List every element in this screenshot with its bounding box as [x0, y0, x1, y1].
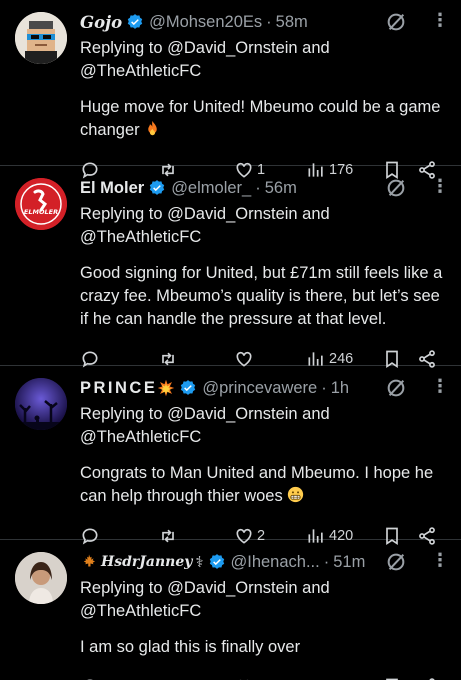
replying-to[interactable]: Replying to @David_Ornstein and @TheAthl…	[80, 37, 447, 83]
timestamp[interactable]: 58m	[276, 13, 308, 32]
replying-to[interactable]: Replying to @David_Ornstein and @TheAthl…	[80, 577, 447, 623]
reply-feed: Gojo @Mohsen20Es · 58m ⋮ Replying to @Da…	[0, 0, 461, 680]
separator-dot: ·	[266, 12, 272, 31]
grok-icon[interactable]	[385, 11, 407, 33]
tweet-text: Congrats to Man United and Mbeumo. I hop…	[80, 462, 447, 508]
more-options-icon[interactable]: ⋮	[431, 177, 449, 199]
handle[interactable]: @elmoler_	[171, 179, 251, 198]
avatar[interactable]: ELMOLER	[15, 178, 67, 230]
grok-icon[interactable]	[385, 551, 407, 573]
reply-tweet[interactable]: Gojo @Mohsen20Es · 58m ⋮ Replying to @Da…	[0, 0, 461, 180]
tweet-text: Good signing for United, but £71m still …	[80, 264, 443, 328]
grimacing-face-emoji-icon	[288, 486, 304, 503]
verified-badge-icon	[181, 380, 196, 395]
separator-dot: ·	[323, 552, 330, 571]
avatar[interactable]	[15, 378, 67, 430]
fire-emoji-icon	[148, 120, 157, 136]
handle[interactable]: @Ihenach...	[231, 553, 320, 572]
svg-text:ELMOLER: ELMOLER	[24, 208, 58, 216]
grok-icon[interactable]	[385, 377, 407, 399]
more-options-icon[interactable]: ⋮	[431, 377, 449, 399]
separator-dot: ·	[255, 178, 261, 197]
tweet-text: Huge move for United! Mbeumo could be a …	[80, 96, 447, 142]
verified-badge-icon	[209, 554, 224, 569]
replying-to[interactable]: Replying to @David_Ornstein and @TheAthl…	[80, 403, 447, 449]
timestamp[interactable]: 1h	[331, 379, 349, 398]
more-options-icon[interactable]: ⋮	[431, 551, 449, 573]
timestamp[interactable]: 51m	[333, 553, 365, 572]
reply-tweet[interactable]: ELMOLER El Moler @elmoler_ · 56m ⋮ Reply…	[0, 166, 461, 369]
display-name[interactable]: Gojo	[80, 13, 122, 32]
display-name[interactable]: El Moler	[80, 179, 144, 198]
maple-leaf-emoji-icon	[83, 554, 95, 567]
more-options-icon[interactable]: ⋮	[431, 11, 449, 33]
avatar[interactable]	[15, 552, 67, 604]
handle[interactable]: @Mohsen20Es	[149, 13, 262, 32]
reply-tweet[interactable]: PRINCE @princevawere · 1h ⋮ Replying to …	[0, 366, 461, 546]
verified-badge-icon	[149, 180, 165, 195]
tweet-text: I am so glad this is finally over	[80, 638, 301, 656]
avatar[interactable]	[15, 12, 67, 64]
view-count: 246	[329, 351, 354, 367]
stethoscope-emoji-icon: ⚕	[195, 554, 204, 571]
display-name[interactable]: PRINCE	[80, 379, 157, 398]
tweet-text-content: Congrats to Man United and Mbeumo. I hop…	[80, 464, 434, 505]
display-name[interactable]: HsdrJanney	[101, 554, 192, 570]
replying-to[interactable]: Replying to @David_Ornstein and @TheAthl…	[80, 203, 447, 249]
timestamp[interactable]: 56m	[265, 179, 297, 198]
separator-dot: ·	[321, 378, 327, 397]
grok-icon[interactable]	[385, 177, 407, 199]
verified-badge-icon	[127, 14, 143, 29]
handle[interactable]: @princevawere	[202, 379, 317, 398]
explosion-emoji-icon	[158, 379, 175, 397]
tweet-text-content: Huge move for United! Mbeumo could be a …	[80, 98, 441, 139]
reply-tweet[interactable]: HsdrJanney ⚕ @Ihenach... · 51m ⋮ Replyin…	[0, 540, 461, 680]
